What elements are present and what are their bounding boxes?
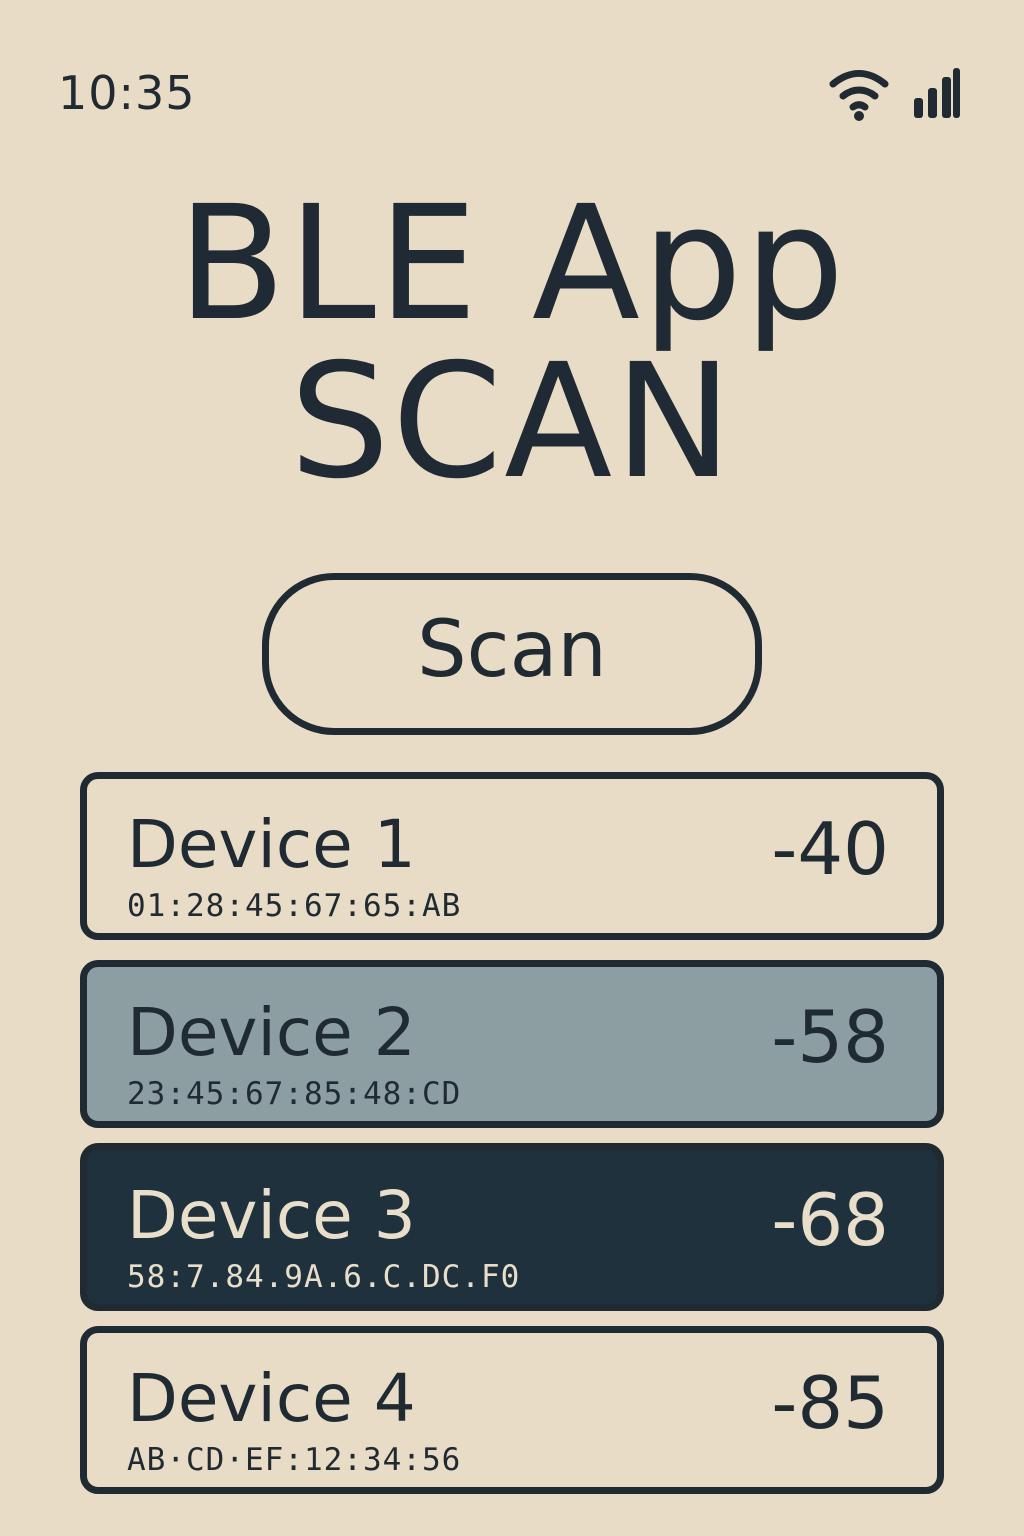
status-bar: 10:35 — [0, 0, 1024, 140]
page-title: BLE App SCAN — [0, 185, 1024, 501]
device-address: AB·CD·EF:12:34:56 — [127, 1442, 462, 1478]
device-name: Device 4 — [127, 1360, 416, 1437]
device-list-item-3[interactable]: Device 3 58:7.84.9A.6.C.DC.F0 -68 — [80, 1143, 944, 1311]
device-rssi: -40 — [771, 807, 889, 891]
page-title-line-1: BLE App — [177, 172, 847, 356]
device-name: Device 2 — [127, 994, 416, 1071]
device-rssi: -85 — [771, 1361, 889, 1445]
device-rssi: -58 — [771, 995, 889, 1079]
device-address: 23:45:67:85:48:CD — [127, 1076, 462, 1112]
page-title-line-2: SCAN — [289, 330, 735, 514]
status-time: 10:35 — [58, 66, 196, 120]
device-list-item-4[interactable]: Device 4 AB·CD·EF:12:34:56 -85 — [80, 1326, 944, 1494]
device-address: 58:7.84.9A.6.C.DC.F0 — [127, 1259, 521, 1295]
device-name: Device 1 — [127, 806, 416, 883]
device-rssi: -68 — [771, 1178, 889, 1262]
device-list-item-2[interactable]: Device 2 23:45:67:85:48:CD -58 — [80, 960, 944, 1128]
device-address: 01:28:45:67:65:AB — [127, 888, 462, 924]
device-name: Device 3 — [127, 1177, 416, 1254]
signal-icon — [914, 68, 960, 118]
wifi-icon — [829, 70, 889, 121]
device-list-item-1[interactable]: Device 1 01:28:45:67:65:AB -40 — [80, 772, 944, 940]
scan-button[interactable]: Scan — [262, 573, 762, 735]
